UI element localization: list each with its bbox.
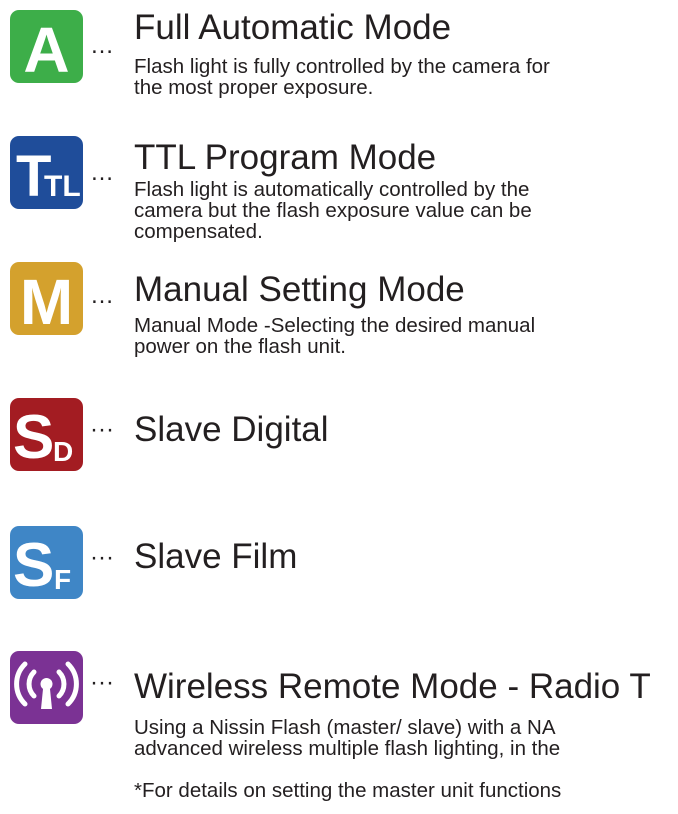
auto-mode-icon: A (10, 10, 83, 83)
dots-leader: ··· (90, 669, 114, 696)
slave-digital-letter-s: S (13, 403, 54, 471)
dots-leader: ··· (90, 416, 114, 443)
mode-manual-setting: M … Manual Setting Mode Manual Mode -Sel… (0, 262, 678, 362)
desc-line: the most proper exposure. (134, 76, 374, 99)
auto-mode-letter: A (23, 14, 69, 83)
desc-line: Using a Nissin Flash (master/ slave) wit… (134, 716, 556, 739)
slave-film-letter-s: S (13, 531, 54, 599)
dots-leader: … (90, 282, 114, 309)
mode-description: Using a Nissin Flash (master/ slave) wit… (134, 717, 678, 801)
dots-leader: ··· (90, 544, 114, 571)
mode-title: Wireless Remote Mode - Radio T (134, 667, 651, 706)
desc-line: camera but the flash exposure value can … (134, 199, 532, 222)
desc-line: Manual Mode -Selecting the desired manua… (134, 314, 536, 337)
mode-description: Flash light is automatically controlled … (134, 179, 678, 242)
slave-digital-icon: S D (10, 398, 83, 471)
desc-line: compensated. (134, 220, 263, 243)
mode-title: TTL Program Mode (134, 138, 437, 177)
desc-line: Flash light is fully controlled by the c… (134, 55, 550, 78)
desc-line-spacer (134, 759, 678, 780)
desc-line: advanced wireless multiple flash lightin… (134, 737, 561, 760)
dots-leader: … (90, 159, 114, 186)
mode-slave-digital: S D ··· Slave Digital (0, 398, 678, 498)
mode-description: Manual Mode -Selecting the desired manua… (134, 315, 678, 357)
dots-leader: … (90, 32, 114, 59)
mode-ttl-program: T TL … TTL Program Mode Flash light is a… (0, 136, 678, 242)
mode-description: Flash light is fully controlled by the c… (134, 56, 678, 98)
mode-title: Manual Setting Mode (134, 270, 465, 309)
manual-mode-letter: M (20, 266, 73, 335)
mode-slave-film: S F ··· Slave Film (0, 526, 678, 626)
slave-film-letter-f: F (54, 564, 71, 595)
wireless-radio-icon (10, 651, 83, 724)
mode-wireless-remote: ··· Wireless Remote Mode - Radio T Using… (0, 651, 678, 814)
mode-title: Full Automatic Mode (134, 8, 452, 47)
desc-line: Flash light is automatically controlled … (134, 178, 530, 201)
desc-line: power on the flash unit. (134, 335, 346, 358)
ttl-mode-icon: T TL (10, 136, 83, 209)
slave-digital-letter-d: D (53, 436, 73, 467)
mode-full-automatic: A … Full Automatic Mode Flash light is f… (0, 0, 678, 100)
ttl-mode-letters-tl: TL (44, 170, 81, 203)
slave-film-icon: S F (10, 526, 83, 599)
mode-title: Slave Digital (134, 410, 329, 449)
manual-mode-icon: M (10, 262, 83, 335)
mode-title: Slave Film (134, 537, 298, 576)
desc-line: *For details on setting the master unit … (134, 779, 562, 802)
